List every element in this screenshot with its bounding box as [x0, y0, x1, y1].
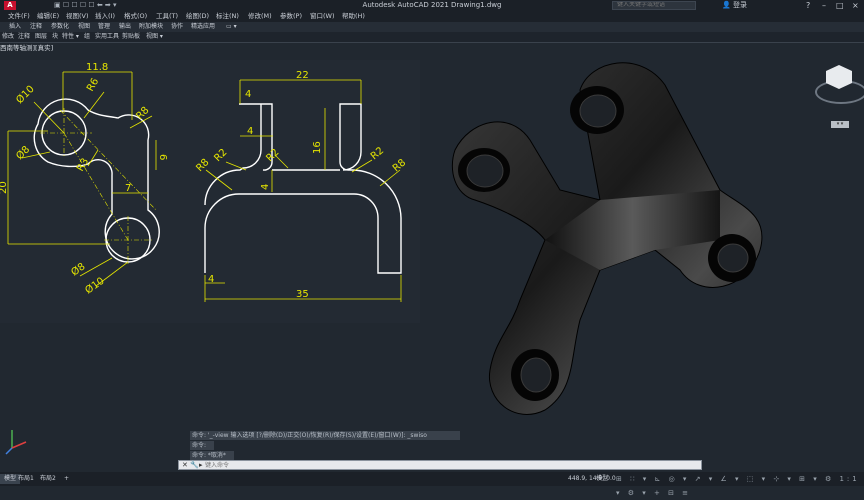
close-icon[interactable]: ✕	[182, 461, 188, 469]
coordinate-readout[interactable]: 448.9, 14.9, 0.0	[568, 472, 616, 486]
dim-4-vertical: 4	[260, 184, 271, 190]
command-history-line: 命令: *取消*	[190, 451, 234, 460]
dim-r2-left: R2	[212, 147, 229, 164]
prompt-arrow-icon: ▸	[199, 461, 203, 469]
viewcube[interactable]: ▾ ▾	[812, 60, 864, 132]
dim-r8-left: R8	[134, 105, 151, 122]
dim-dia-10-bottom: Ø10	[83, 275, 107, 297]
tab-layout2[interactable]: 布局2	[36, 474, 60, 484]
part-outline-left	[33, 98, 160, 263]
model-space-toggle[interactable]: 模型	[596, 472, 608, 486]
drawing-canvas[interactable]: 11.8 Ø10 R6 R8 6 Ø8 R3 20 7 Ø8 Ø10 22 4 …	[0, 0, 864, 486]
dim-r3: R3	[75, 156, 91, 173]
dim-7: 7	[125, 183, 131, 194]
part-outline-right	[204, 103, 402, 274]
status-bar: 模型 布局1 布局2 + 448.9, 14.9, 0.0 模型 ⊞ ∷ ▾ ⊾…	[0, 472, 864, 497]
ucs-axis-icon	[5, 430, 27, 455]
dim-dia-8-bottom: Ø8	[69, 260, 88, 278]
dim-20: 20	[0, 181, 9, 194]
center-lines	[40, 108, 157, 264]
command-input[interactable]	[205, 461, 685, 469]
dim-4-top: 4	[245, 89, 251, 100]
command-history-line: 命令: '_-view 输入选项 [?/删除(D)/正交(O)/恢复(R)/保存…	[190, 431, 460, 440]
dim-dia-10-top: Ø10	[14, 83, 37, 106]
command-history-line: 命令:	[190, 441, 214, 450]
dim-r2-right: R2	[369, 145, 386, 162]
wrench-icon[interactable]: 🔧	[190, 461, 199, 469]
viewcube-menu-button[interactable]: ▾ ▾	[831, 121, 849, 128]
dim-6: 6	[157, 154, 168, 160]
dim-22: 22	[296, 70, 309, 81]
command-line: ✕ 🔧 ▸	[178, 460, 702, 470]
dim-4-bottom: 4	[208, 274, 214, 285]
add-layout-button[interactable]: +	[60, 474, 73, 484]
dim-r6: R6	[85, 76, 101, 93]
dimension-text: 11.8 Ø10 R6 R8 6 Ø8 R3 20 7 Ø8 Ø10 22 4 …	[0, 62, 408, 300]
dim-r2-mid: R2	[264, 147, 281, 164]
tab-layout1[interactable]: 布局1	[14, 474, 38, 484]
status-toggle-icons[interactable]: ⊞ ∷ ▾ ⊾ ◎ ▾ ↗ ▾ ∠ ▾ ⬚ ▾ ⊹ ▾ ⊞ ▾ ⚙ 1:1 ▾ …	[616, 472, 864, 500]
dim-r8-right-left: R8	[194, 157, 211, 174]
dim-16: 16	[312, 141, 323, 154]
command-history: 命令: '_-view 输入选项 [?/删除(D)/正交(O)/恢复(R)/保存…	[190, 431, 460, 461]
dim-r8-right: R8	[391, 157, 408, 174]
dim-35: 35	[296, 289, 309, 300]
dim-dia-8-top: Ø8	[14, 144, 33, 163]
3d-model[interactable]	[451, 62, 763, 415]
dim-11-8: 11.8	[86, 62, 108, 73]
dim-4-mid: 4	[247, 126, 253, 137]
